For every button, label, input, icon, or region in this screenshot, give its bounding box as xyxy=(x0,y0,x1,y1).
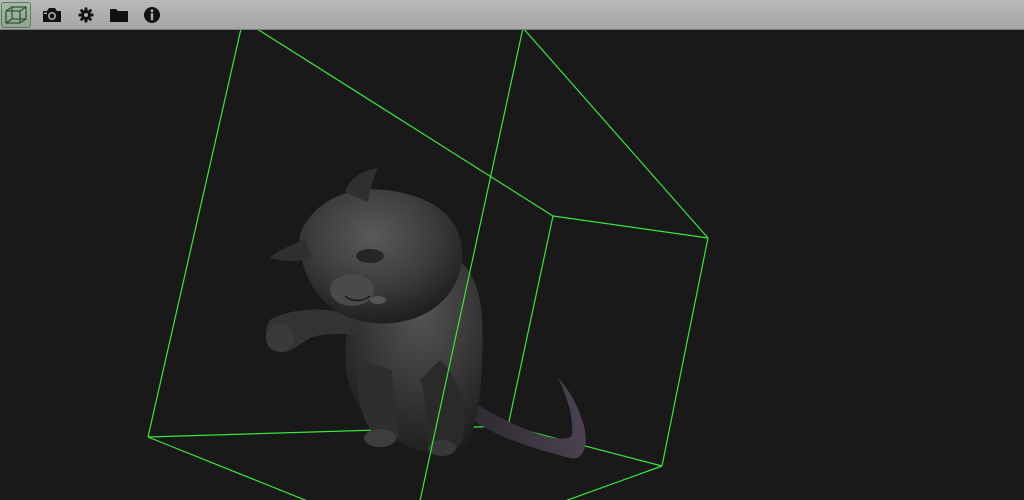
toolbar xyxy=(0,0,1024,30)
open-file-button[interactable] xyxy=(104,2,134,28)
settings-button[interactable] xyxy=(71,2,101,28)
cube-wireframe-icon xyxy=(5,6,27,24)
gear-icon xyxy=(78,7,94,23)
3d-viewport[interactable] xyxy=(0,30,1024,500)
scene xyxy=(147,30,709,500)
bounding-box-toggle-button[interactable] xyxy=(1,2,31,28)
info-icon xyxy=(144,7,160,23)
camera-icon xyxy=(43,8,61,22)
folder-icon xyxy=(110,9,128,22)
cat-3d-model xyxy=(265,168,586,459)
screenshot-button[interactable] xyxy=(37,2,67,28)
info-button[interactable] xyxy=(137,2,167,28)
